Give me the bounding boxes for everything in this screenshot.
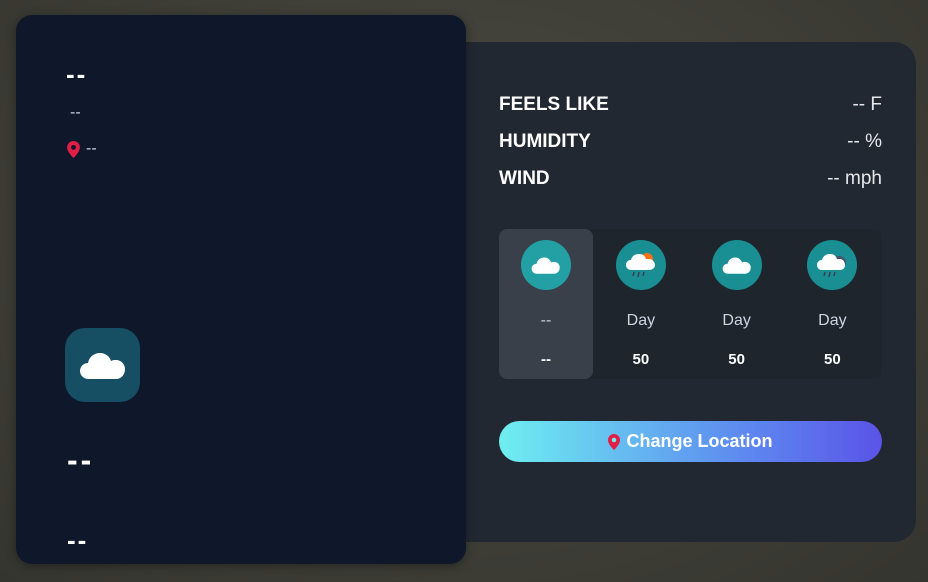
main-weather-card: -- -- -- -- -- (16, 15, 466, 564)
sun-rain-cloud-icon (625, 253, 655, 278)
forecast-temp: 50 (824, 351, 841, 368)
feels-like-label: FEELS LIKE (499, 94, 609, 115)
cloud-icon (531, 257, 560, 274)
forecast-item[interactable]: Day 50 (593, 229, 689, 379)
forecast-icon-container (807, 240, 858, 290)
storm-cloud-icon (817, 254, 847, 278)
feels-like-value: -- F (852, 94, 882, 115)
forecast-item[interactable]: -- -- (499, 229, 593, 379)
forecast-temp: 50 (728, 351, 745, 368)
change-location-label: Change Location (626, 431, 773, 451)
day-name: -- (66, 59, 88, 89)
forecast-day: Day (818, 312, 847, 329)
forecast-item[interactable]: Day 50 (785, 229, 881, 379)
forecast-day: -- (540, 312, 552, 329)
location-text: -- (86, 140, 97, 157)
forecast-day: Day (626, 312, 656, 329)
forecast-item[interactable]: Day 50 (689, 229, 785, 379)
change-location-button[interactable]: Change Location (499, 421, 882, 462)
feels-like-row: FEELS LIKE -- F (499, 93, 882, 117)
pin-icon (608, 433, 621, 450)
location: -- (67, 140, 97, 158)
temperature: -- (67, 442, 95, 478)
humidity-value: -- % (847, 131, 882, 152)
forecast-temp: -- (541, 351, 551, 368)
forecast-list: -- -- Day 50 Day 50 Day 50 (499, 229, 882, 379)
forecast-icon-container (615, 240, 666, 290)
forecast-icon-container (521, 240, 571, 290)
forecast-day: Day (722, 312, 751, 329)
humidity-label: HUMIDITY (499, 131, 591, 152)
forecast-temp: 50 (632, 351, 650, 368)
weather-icon-container (65, 328, 140, 402)
forecast-icon-container (711, 240, 762, 290)
humidity-row: HUMIDITY -- % (499, 130, 882, 154)
date: -- (70, 104, 81, 121)
weather-description: -- (67, 525, 89, 555)
wind-value: -- mph (827, 168, 882, 189)
cloud-icon (722, 257, 751, 274)
wind-label: WIND (499, 168, 550, 189)
cloud-icon (79, 353, 125, 379)
wind-row: WIND -- mph (499, 167, 882, 191)
pin-icon (67, 140, 80, 158)
